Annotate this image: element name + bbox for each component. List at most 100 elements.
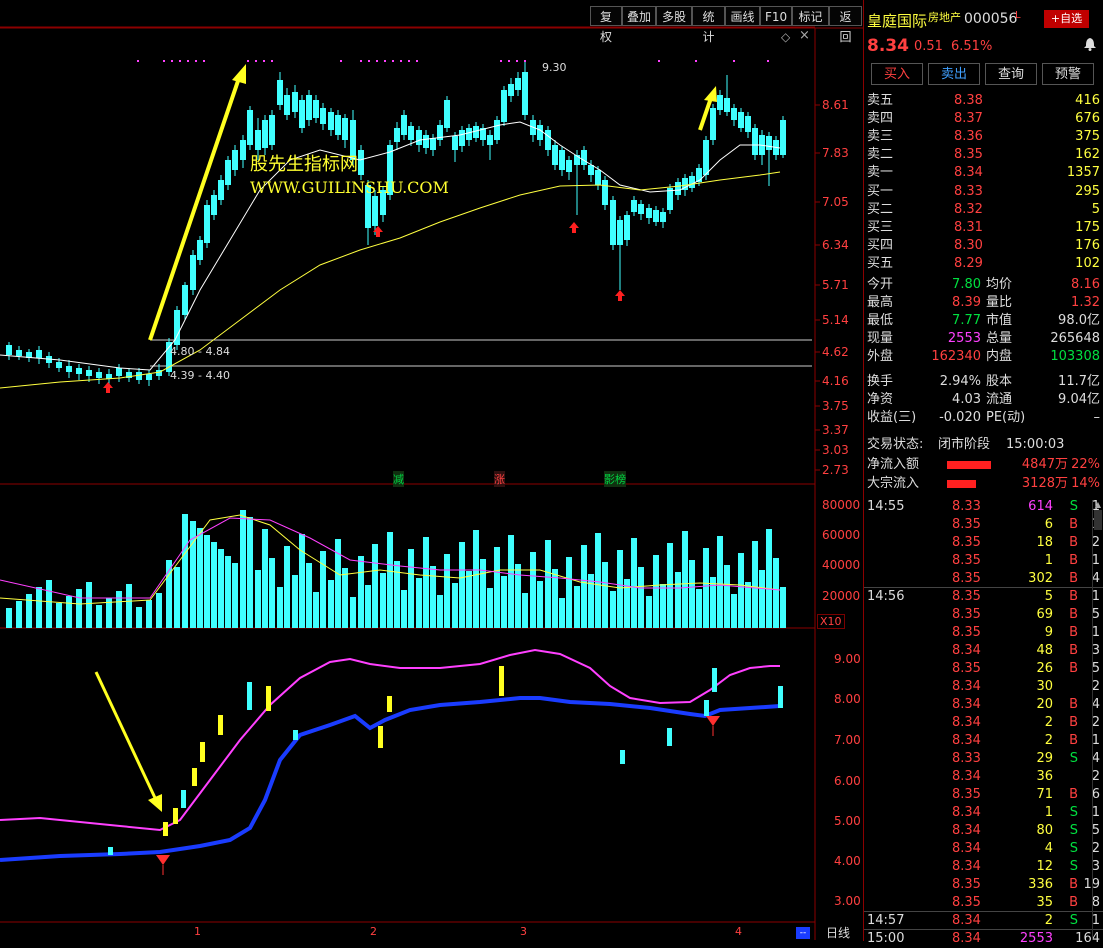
signal-dot: [392, 60, 394, 62]
tick-row[interactable]: 8.34 20 B 4: [864, 696, 1103, 714]
signal-dot: [408, 60, 410, 62]
bell-icon[interactable]: [1083, 36, 1097, 51]
watchlist-button[interactable]: +自选: [1044, 10, 1089, 28]
tick-row[interactable]: 14:57 8.34 2 S 1: [864, 912, 1103, 930]
volume-bar: [416, 578, 422, 628]
scroll-button[interactable]: --: [796, 927, 810, 939]
candle-body: [501, 90, 507, 122]
candle-body: [56, 362, 62, 368]
tick-row[interactable]: 14:55 8.33 614 S 1: [864, 498, 1103, 516]
tick-row[interactable]: 8.34 12 S 3: [864, 858, 1103, 876]
buy-button[interactable]: 买入: [871, 63, 923, 85]
tick-row[interactable]: 8.35 69 B 5: [864, 606, 1103, 624]
scroll-up-arrow[interactable]: ▲: [1093, 500, 1103, 510]
bid-level[interactable]: 买一 8.33 295: [864, 183, 1103, 201]
ask-level[interactable]: 卖三 8.36 375: [864, 128, 1103, 146]
tick-row[interactable]: 8.34 30 2: [864, 678, 1103, 696]
toolbar-statistics-button[interactable]: 统计: [692, 6, 725, 44]
candle-body: [232, 150, 238, 170]
ask-level[interactable]: 卖一 8.34 1357: [864, 164, 1103, 182]
volume-bar: [36, 587, 42, 628]
tick-row[interactable]: 8.35 336 B 19: [864, 876, 1103, 894]
ask-level[interactable]: 卖二 8.35 162: [864, 146, 1103, 164]
volume-bar: [156, 593, 162, 628]
ask-level[interactable]: 卖五 8.38 416: [864, 92, 1103, 110]
volume-bar: [342, 568, 348, 628]
candle-body: [696, 168, 702, 182]
bid-level[interactable]: 买五 8.29 102: [864, 255, 1103, 273]
toolbar-mark-button[interactable]: 标记: [792, 6, 829, 26]
tick-row[interactable]: 8.35 18 B 2: [864, 534, 1103, 552]
tick-row[interactable]: 8.34 1 S 1: [864, 804, 1103, 822]
candle-body: [76, 368, 82, 374]
volume-bar: [6, 608, 12, 628]
volume-bar: [26, 594, 32, 628]
scroll-thumb[interactable]: [1094, 510, 1102, 530]
query-button[interactable]: 查询: [985, 63, 1037, 85]
ask-level[interactable]: 卖四 8.37 676: [864, 110, 1103, 128]
toolbar-f10-button[interactable]: F10: [760, 6, 792, 26]
volume-bar: [610, 591, 616, 628]
tick-row[interactable]: 8.34 48 B 3: [864, 642, 1103, 660]
kline-chart-area[interactable]: 复权 叠加 多股 统计 画线 F10 标记 返回 ◇ × 股先生指标网 WWW.GUILINS…: [0, 0, 863, 941]
volume-bar: [667, 543, 673, 628]
signal-bar: [108, 847, 113, 855]
price-tick: 7.83: [822, 146, 849, 160]
tick-row[interactable]: 8.34 36 2: [864, 768, 1103, 786]
tick-row[interactable]: 8.35 302 B 4: [864, 570, 1103, 588]
toolbar-multi-stock-button[interactable]: 多股: [656, 6, 692, 26]
candle-body: [537, 125, 543, 140]
volume-bar: [689, 560, 695, 628]
event-tag-rise[interactable]: 涨: [494, 471, 505, 487]
candle-body: [277, 80, 283, 105]
candle-body: [136, 372, 142, 380]
tick-row[interactable]: 8.35 26 B 5: [864, 660, 1103, 678]
tick-row[interactable]: 14:56 8.35 5 B 1: [864, 588, 1103, 606]
sell-button[interactable]: 卖出: [928, 63, 980, 85]
candle-body: [487, 135, 493, 145]
alert-button[interactable]: 预警: [1042, 63, 1094, 85]
stock-code: 000056: [964, 11, 1018, 27]
event-tag-reduce[interactable]: 减: [393, 471, 404, 487]
tick-scrollbar[interactable]: ▲: [1092, 500, 1103, 940]
tick-row[interactable]: 8.35 1 B 1: [864, 552, 1103, 570]
indicator-tick: 7.00: [834, 733, 861, 747]
toolbar-back-button[interactable]: 返回: [829, 6, 862, 44]
volume-bar: [675, 572, 681, 628]
signal-dot: [163, 60, 165, 62]
tick-row[interactable]: 15:00 8.34 2553 164: [864, 930, 1103, 948]
close-icon[interactable]: ×: [799, 28, 810, 43]
toolbar-restore-right-button[interactable]: 复权: [590, 6, 622, 44]
volume-bar: [566, 557, 572, 628]
date-tick: 2: [370, 925, 377, 938]
bid-level[interactable]: 买二 8.32 5: [864, 201, 1103, 219]
tick-row[interactable]: 8.34 80 S 5: [864, 822, 1103, 840]
candle-body: [372, 196, 378, 226]
candle-body: [552, 145, 558, 165]
event-tag-rank[interactable]: 影榜: [604, 471, 626, 487]
tick-row[interactable]: 8.356B1: [864, 516, 1103, 534]
toolbar-overlay-button[interactable]: 叠加: [622, 6, 656, 26]
volume-bar: [515, 564, 521, 628]
bid-level[interactable]: 买三 8.31 175: [864, 219, 1103, 237]
collapse-icon[interactable]: ◇: [781, 30, 790, 44]
tick-row[interactable]: 8.34 4 S 2: [864, 840, 1103, 858]
tick-row[interactable]: 8.35 71 B 6: [864, 786, 1103, 804]
signal-dot: [171, 60, 173, 62]
signal-dot: [368, 60, 370, 62]
tick-row[interactable]: 8.35 35 B 8: [864, 894, 1103, 912]
tick-row[interactable]: 8.34 2 B 1: [864, 732, 1103, 750]
signal-dot: [384, 60, 386, 62]
buy-arrow-icon: [615, 290, 625, 301]
tick-row[interactable]: 8.34 2 B 2: [864, 714, 1103, 732]
tick-row[interactable]: 8.35 9 B 1: [864, 624, 1103, 642]
tick-row[interactable]: 8.33 29 S 4: [864, 750, 1103, 768]
period-label[interactable]: 日线: [826, 924, 850, 941]
volume-bar: [313, 592, 319, 628]
volume-bar: [752, 541, 758, 628]
toolbar-draw-line-button[interactable]: 画线: [725, 6, 760, 26]
signal-bar: [192, 768, 197, 786]
bid-level[interactable]: 买四 8.30 176: [864, 237, 1103, 255]
chart-canvas[interactable]: [0, 0, 863, 941]
candle-body: [430, 138, 436, 150]
